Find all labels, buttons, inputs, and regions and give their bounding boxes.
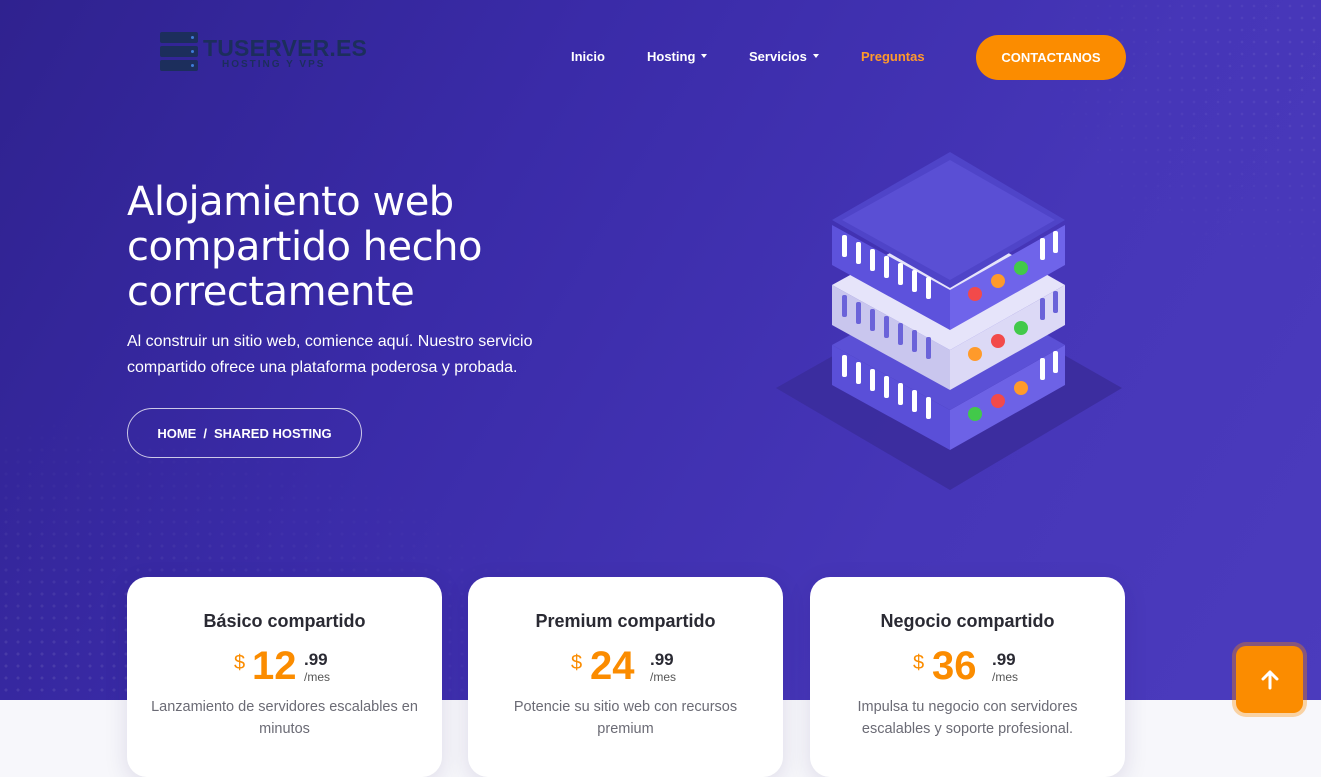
hero-subtitle: Al construir un sitio web, comience aquí… [127,333,533,376]
caret-down-icon [812,54,819,58]
pricing-card-basic[interactable]: Básico compartido $ 12 .99 /mes Lanzamie… [127,577,442,777]
price-integer: 36 [932,644,977,688]
price-integer: 24 [590,644,635,688]
price-period: /mes [992,670,1019,684]
page-title: Alojamiento web compartido hecho correct… [127,180,647,315]
plan-description: Potencie su sitio web con recursos premi… [513,699,738,737]
pricing-card-premium[interactable]: Premium compartido $ 24 .99 /mes Potenci… [468,577,783,777]
nav-item-label: Inicio [571,49,605,64]
plan-description: Lanzamiento de servidores escalables en … [151,699,418,737]
price-decimals: .99 [304,650,328,669]
nav-item-servicios[interactable]: Servicios [749,49,819,64]
price-decimals: .99 [992,650,1016,669]
contact-button[interactable]: CONTACTANOS [976,35,1126,80]
plan-price: $ 12 .99 /mes [127,640,442,690]
arrow-up-icon [1261,670,1278,689]
nav-item-label: Servicios [749,49,807,64]
nav-item-preguntas[interactable]: Preguntas [861,49,925,64]
price-decimals: .99 [650,650,674,669]
breadcrumb-home[interactable]: HOME [157,426,196,441]
price-currency: $ [913,652,925,674]
plan-description: Impulsa tu negocio con servidores escala… [857,699,1078,737]
nav-item-label: Hosting [647,49,696,64]
server-stack-icon [160,32,198,72]
server-illustration [776,152,1122,490]
price-currency: $ [571,652,583,674]
title-line-3: correctamente [127,269,415,315]
nav-item-inicio[interactable]: Inicio [571,49,605,64]
scroll-top-button[interactable] [1236,646,1303,713]
price-integer: 12 [252,644,297,688]
nav-item-hosting[interactable]: Hosting [647,49,708,64]
plan-price: $ 36 .99 /mes [810,640,1125,690]
logo-tagline: HOSTING Y VPS [222,59,326,70]
title-line-2: compartido hecho [127,224,482,270]
breadcrumb-separator: / [203,425,207,441]
plan-title: Básico compartido [203,611,366,631]
logo-name: TUSERVER.ES [203,35,368,61]
plan-title: Premium compartido [535,611,716,631]
nav-item-label: Preguntas [861,49,925,64]
price-period: /mes [650,670,677,684]
plan-price: $ 24 .99 /mes [468,640,783,690]
title-line-1: Alojamiento web [127,179,454,225]
breadcrumb: HOME / SHARED HOSTING [127,408,362,458]
caret-down-icon [701,54,708,58]
price-currency: $ [234,652,246,674]
price-period: /mes [304,670,331,684]
site-logo[interactable]: TUSERVER.ES HOSTING Y VPS [160,32,367,76]
plan-title: Negocio compartido [880,611,1055,631]
breadcrumb-current: SHARED HOSTING [213,425,332,441]
pricing-card-business[interactable]: Negocio compartido $ 36 .99 /mes Impulsa… [810,577,1125,777]
